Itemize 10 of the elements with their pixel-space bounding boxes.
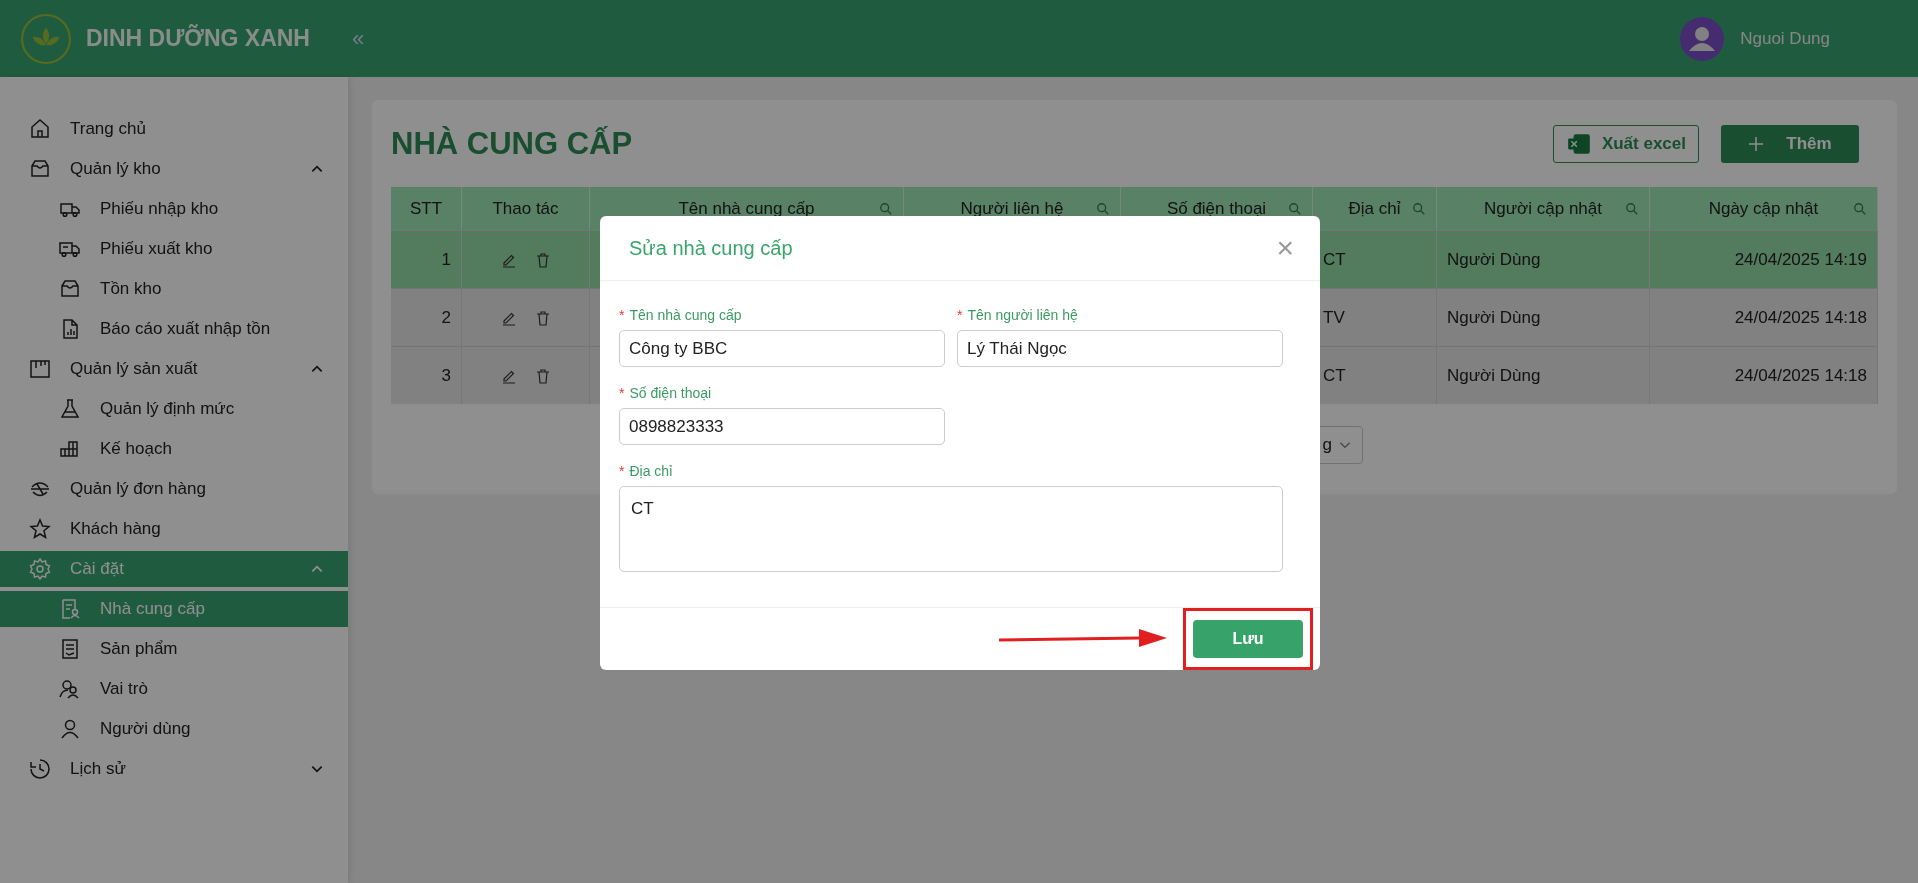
field-label: * Số điện thoại (619, 385, 713, 401)
field-label: * Tên người liên hệ (957, 307, 1079, 323)
page-title: NHÀ CUNG CẤP (391, 125, 634, 162)
field-label: * Tên nhà cung cấp (619, 307, 743, 323)
dialog-title: Sửa nhà cung cấp (629, 236, 794, 260)
brand-name: DINH DƯỠNG XANH (86, 25, 310, 52)
table-cell: 3 (391, 347, 462, 404)
table-cell: Người Dùng (1437, 347, 1650, 404)
field-label: * Địa chỉ (619, 463, 674, 479)
table-cell: 24/04/2025 14:18 (1650, 347, 1878, 404)
